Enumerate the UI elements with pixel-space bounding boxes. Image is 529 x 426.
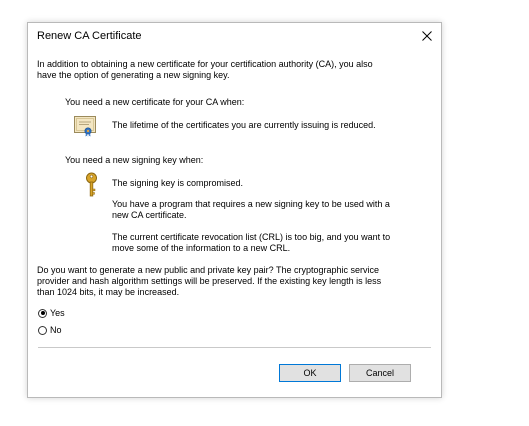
key-icon	[86, 172, 97, 197]
question-line-2: provider and hash algorithm settings wil…	[37, 276, 382, 286]
close-button[interactable]	[413, 23, 441, 49]
radio-label-no: No	[50, 325, 62, 335]
question-line-1: Do you want to generate a new public and…	[37, 265, 380, 275]
certificate-icon	[74, 116, 96, 137]
close-icon	[422, 31, 432, 41]
intro-text-line-2: have the option of generating a new sign…	[37, 70, 230, 80]
key-reason-2-line-1: You have a program that requires a new s…	[112, 199, 390, 209]
renew-ca-certificate-dialog: Renew CA Certificate In addition to obta…	[27, 22, 442, 398]
key-reason-2-line-2: new CA certificate.	[112, 210, 187, 220]
radio-label-yes: Yes	[50, 308, 65, 318]
signing-key-heading: You need a new signing key when:	[65, 155, 204, 165]
certificate-reason: The lifetime of the certificates you are…	[112, 120, 376, 130]
cancel-button[interactable]: Cancel	[349, 364, 411, 382]
question-line-3: than 1024 bits, it may be increased.	[37, 287, 180, 297]
radio-option-yes[interactable]: Yes	[38, 308, 65, 318]
button-separator	[38, 347, 431, 348]
dialog-title: Renew CA Certificate	[37, 30, 142, 42]
key-reason-3-line-1: The current certificate revocation list …	[112, 232, 391, 242]
radio-button-no[interactable]	[38, 325, 47, 335]
key-reason-1: The signing key is compromised.	[112, 178, 244, 188]
intro-text-line-1: In addition to obtaining a new certifica…	[37, 59, 373, 69]
ok-button[interactable]: OK	[279, 364, 341, 382]
title-bar: Renew CA Certificate	[28, 23, 441, 51]
key-reason-3-line-2: move some of the information to a new CR…	[112, 243, 291, 253]
radio-option-no[interactable]: No	[38, 325, 62, 335]
certificate-heading: You need a new certificate for your CA w…	[65, 97, 245, 107]
radio-button-yes[interactable]	[38, 308, 47, 318]
